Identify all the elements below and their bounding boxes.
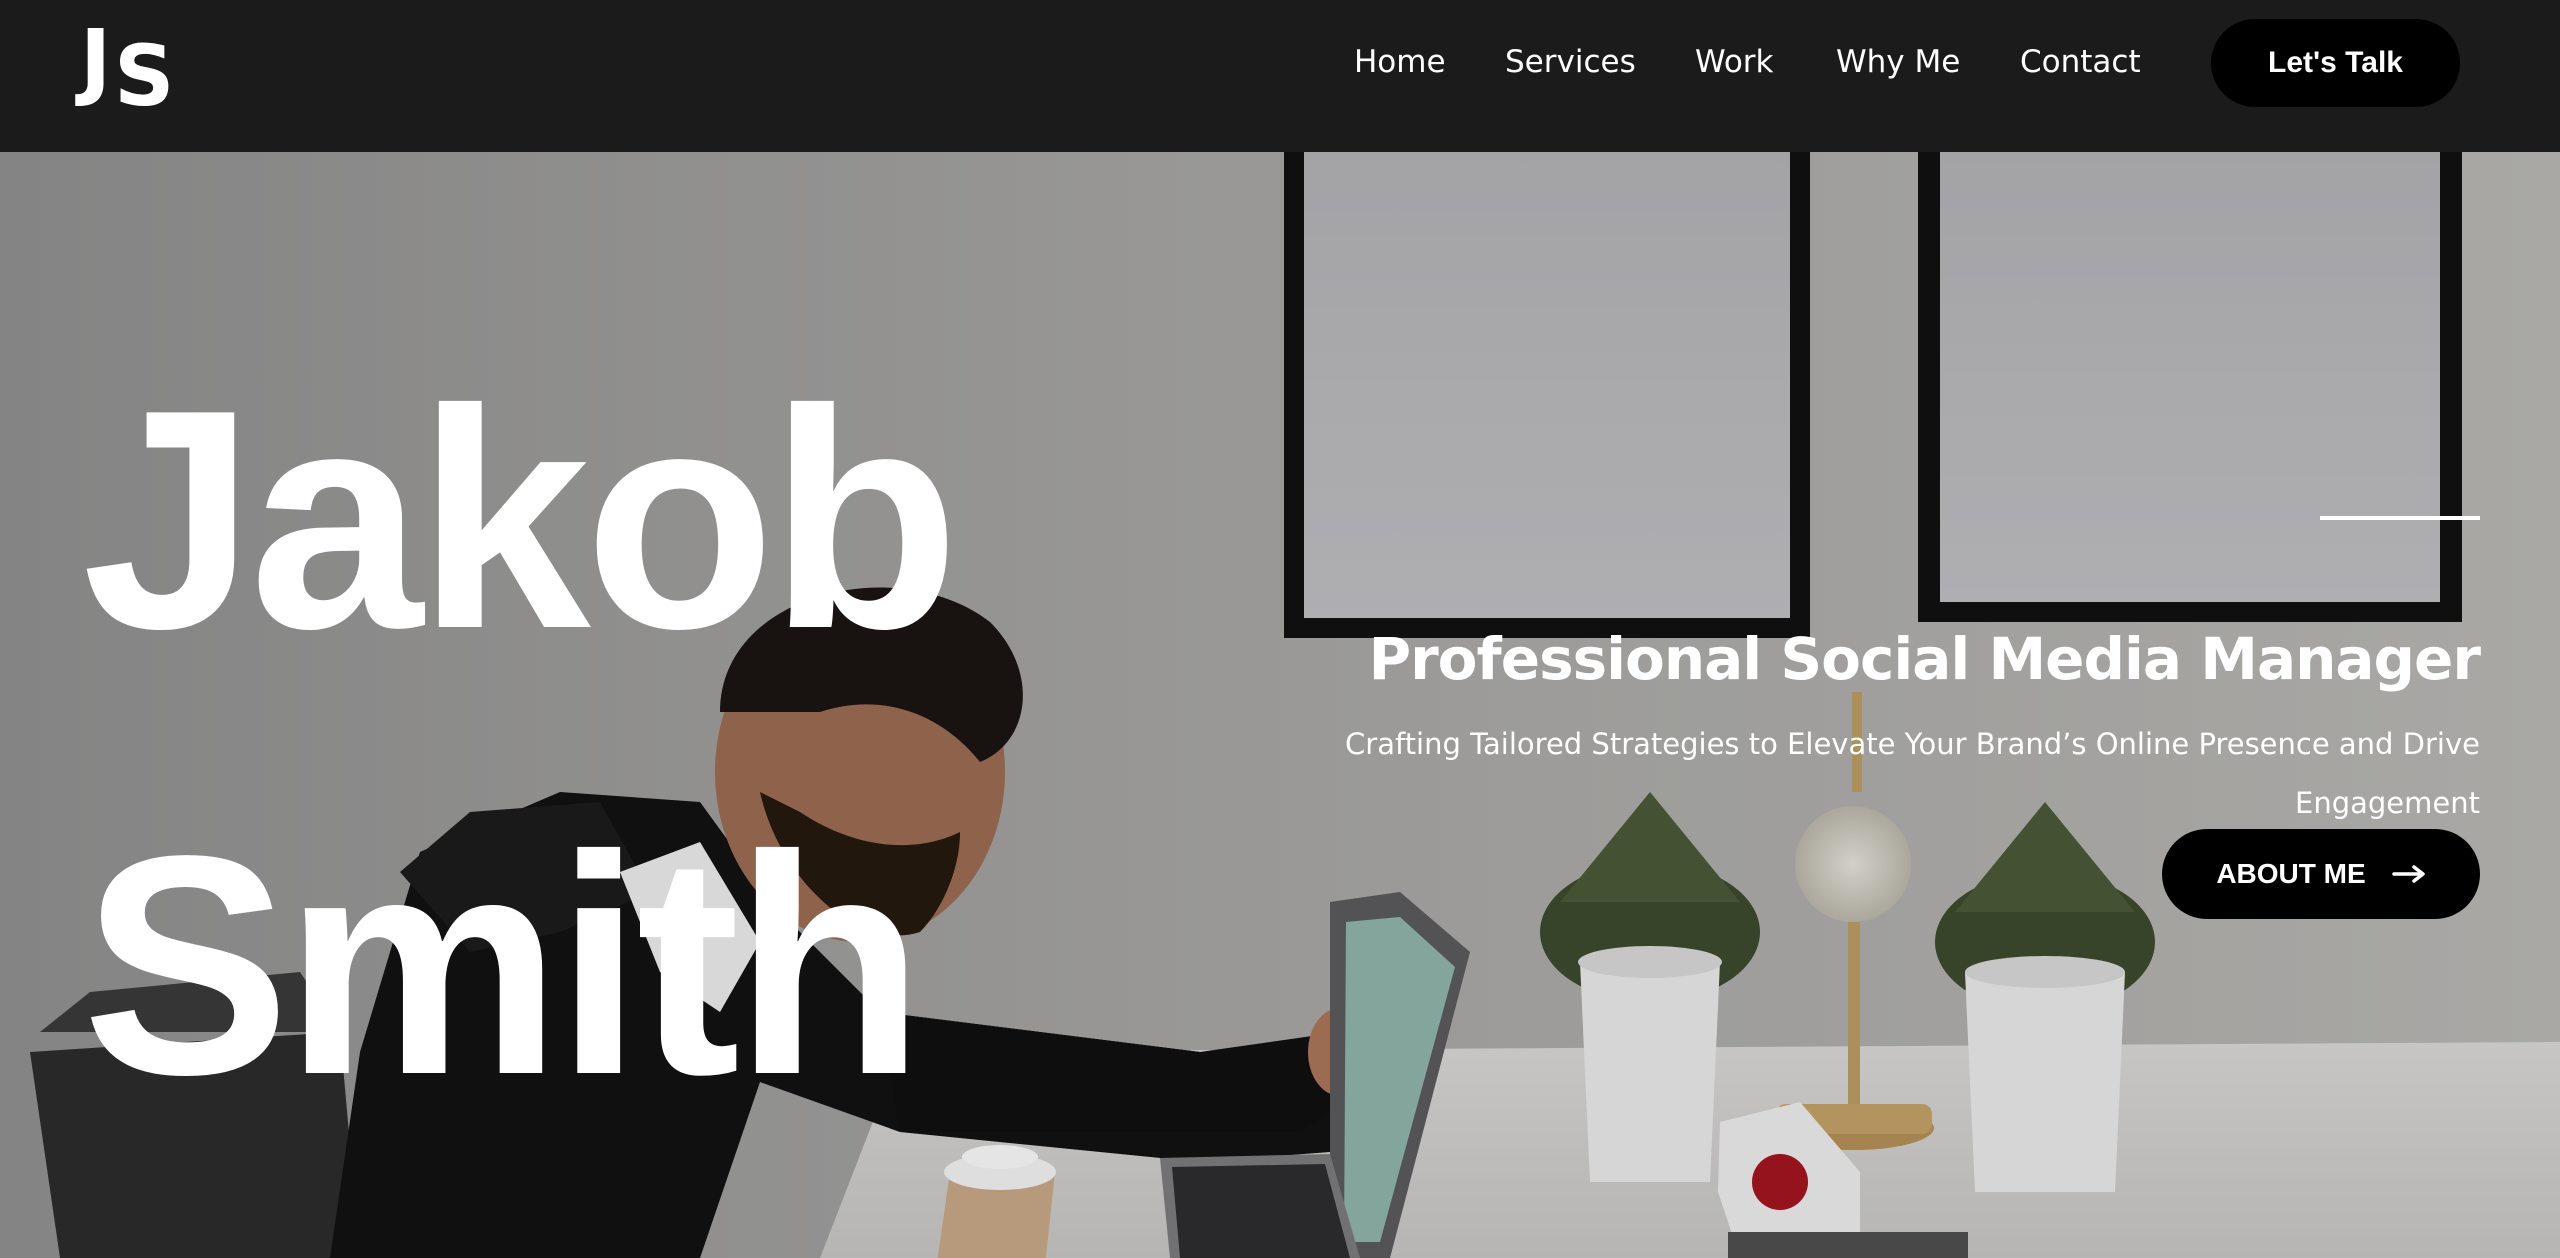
hero-last-name: Smith	[82, 792, 925, 1140]
nav-work[interactable]: Work	[1695, 44, 1774, 80]
accent-divider	[2320, 516, 2480, 520]
hero-section: Jakob Smith Professional Social Media Ma…	[0, 152, 2560, 1258]
site-header: J S Home Services Work Why Me Contact Le…	[0, 0, 2560, 152]
about-me-button[interactable]: ABOUT ME	[2162, 829, 2480, 919]
hero-first-name: Jakob	[82, 346, 960, 694]
about-me-label: ABOUT ME	[2216, 858, 2366, 889]
nav-services[interactable]: Services	[1505, 44, 1636, 80]
hero-title: Professional Social Media Manager	[1368, 624, 2481, 693]
nav-contact[interactable]: Contact	[2020, 44, 2141, 80]
logo-letter-j: J	[80, 11, 111, 109]
arrow-right-icon	[2391, 865, 2426, 883]
site-logo[interactable]: J S	[80, 11, 175, 118]
logo-letter-s: S	[114, 27, 175, 125]
nav-home[interactable]: Home	[1354, 44, 1446, 80]
hero-subtitle: Crafting Tailored Strategies to Elevate …	[1345, 727, 2480, 820]
lets-talk-button[interactable]: Let's Talk	[2211, 19, 2460, 107]
nav-why-me[interactable]: Why Me	[1836, 44, 1960, 80]
